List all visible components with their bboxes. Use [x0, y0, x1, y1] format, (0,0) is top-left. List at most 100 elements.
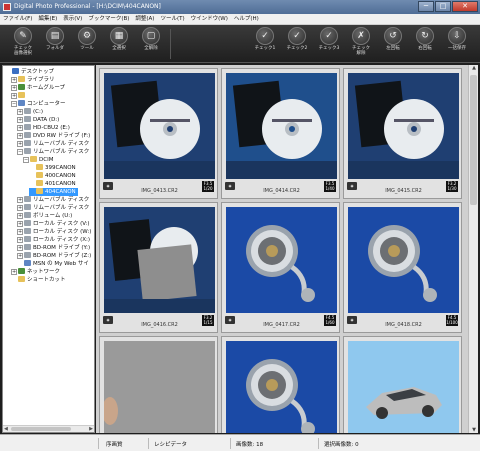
- collapse-icon[interactable]: −: [17, 149, 23, 155]
- expand-icon[interactable]: +: [11, 269, 17, 275]
- tree-item[interactable]: 400CANON: [29, 172, 76, 180]
- expand-icon[interactable]: +: [17, 197, 23, 203]
- scroll-up-icon[interactable]: ▲: [469, 65, 479, 71]
- thumbnail-image[interactable]: [348, 341, 459, 433]
- expand-icon[interactable]: +: [17, 253, 23, 259]
- toolbar-button-check2[interactable]: ✓ チェック2: [282, 27, 312, 61]
- tree-item[interactable]: 399CANON: [29, 164, 76, 172]
- collapse-icon[interactable]: −: [11, 101, 17, 107]
- tree-item[interactable]: デスクトップ: [5, 68, 54, 76]
- tree-item[interactable]: +: [11, 92, 27, 100]
- expand-icon[interactable]: +: [17, 245, 23, 251]
- thumbnail-image[interactable]: [348, 207, 459, 313]
- toolbar-button-edit-image[interactable]: ✎ チェック 画像選択: [8, 27, 38, 61]
- toolbar-button-select-all[interactable]: ▦ 全選択: [104, 27, 134, 61]
- tree-item[interactable]: − コンピューター: [11, 100, 66, 108]
- toolbar-button-batch-save[interactable]: ⇩ 一括保存: [442, 27, 472, 61]
- expand-icon[interactable]: +: [17, 205, 23, 211]
- thumbnail-image[interactable]: [104, 73, 215, 179]
- toolbar-button-deselect-all[interactable]: ▢ 全解除: [136, 27, 166, 61]
- menu-adjust[interactable]: 調整(A): [132, 14, 157, 24]
- expand-icon[interactable]: +: [17, 213, 23, 219]
- thumbnail-image[interactable]: [348, 73, 459, 179]
- menu-view[interactable]: 表示(V): [60, 14, 85, 24]
- tree-item[interactable]: + ライブラリ: [11, 76, 55, 84]
- menu-help[interactable]: ヘルプ(H): [231, 14, 262, 24]
- toolbar-button-check1[interactable]: ✓ チェック1: [250, 27, 280, 61]
- expand-icon[interactable]: +: [17, 141, 23, 147]
- grid-vertical-scrollbar[interactable]: ▲ ▼: [468, 65, 478, 433]
- expand-icon[interactable]: +: [11, 85, 17, 91]
- toolbar-button-rotate-left[interactable]: ↺ 左回転: [378, 27, 408, 61]
- toolbar-button-check-clear[interactable]: ✗ チェック 解除: [346, 27, 376, 61]
- thumbnail-item[interactable]: ◉ IMG_0416.CR2 F3.2 1/15: [99, 202, 218, 333]
- expand-icon[interactable]: +: [11, 77, 17, 83]
- tree-item[interactable]: + ネットワーク: [11, 268, 60, 276]
- tree-item[interactable]: 401CANON: [29, 180, 76, 188]
- folder-icon: [36, 180, 43, 186]
- expand-icon[interactable]: +: [17, 229, 23, 235]
- menu-tools[interactable]: ツール(T): [157, 14, 187, 24]
- tree-item[interactable]: + (C:): [17, 108, 43, 116]
- toolbar-button-folder[interactable]: ▤ フォルダ: [40, 27, 70, 61]
- thumbnail-image[interactable]: [104, 207, 215, 313]
- tree-item[interactable]: + リムーバブル ディスク: [17, 196, 89, 204]
- thumbnail-item[interactable]: ◉ IMG_0417.CR2 F4.5 1/60: [221, 202, 340, 333]
- tree-item[interactable]: − リムーバブル ディスク: [17, 148, 89, 156]
- scroll-right-icon[interactable]: ▶: [89, 426, 93, 432]
- scroll-down-icon[interactable]: ▼: [469, 427, 479, 433]
- tree-item[interactable]: + リムーバブル ディスク: [17, 204, 89, 212]
- thumbnail-item[interactable]: [99, 336, 218, 433]
- toolbar-button-tool[interactable]: ⚙ ツール: [72, 27, 102, 61]
- expand-icon[interactable]: +: [17, 221, 23, 227]
- tree-item[interactable]: 404CANON: [29, 188, 78, 196]
- menu-edit[interactable]: 編集(E): [35, 14, 60, 24]
- menu-window[interactable]: ウインドウ(W): [188, 14, 231, 24]
- tree-item[interactable]: + リムーバブル ディスク: [17, 140, 89, 148]
- scroll-left-icon[interactable]: ◀: [4, 426, 8, 432]
- toolbar-button-rotate-right[interactable]: ↻ 右回転: [410, 27, 440, 61]
- tree-item[interactable]: + ボリューム (U:): [17, 212, 72, 220]
- scroll-thumb[interactable]: [11, 427, 71, 431]
- tree-item[interactable]: + HD-CBU2 (E:): [17, 124, 70, 132]
- toolbar-button-check3[interactable]: ✓ チェック3: [314, 27, 344, 61]
- tree-item-label: ホームグループ: [27, 85, 66, 91]
- close-button[interactable]: ✕: [452, 1, 478, 12]
- expand-icon[interactable]: +: [17, 109, 23, 115]
- thumbnail-item[interactable]: [221, 336, 340, 433]
- tree-item[interactable]: + ホームグループ: [11, 84, 65, 92]
- menu-bookmark[interactable]: ブックマーク(B): [85, 14, 132, 24]
- tree-item[interactable]: + DVD RW ドライブ (F:): [17, 132, 90, 140]
- thumbnail-item[interactable]: ◉ IMG_0415.CR2 F3.2 1/30: [343, 68, 462, 199]
- expand-icon[interactable]: +: [11, 93, 17, 99]
- thumbnail-item[interactable]: ◉ IMG_0413.CR2 F3.5 1/20: [99, 68, 218, 199]
- collapse-icon[interactable]: −: [23, 157, 29, 163]
- scroll-thumb[interactable]: [470, 75, 477, 205]
- thumbnail-item[interactable]: ◉ IMG_0418.CR2 F4.5 1/100: [343, 202, 462, 333]
- tree-item[interactable]: + DATA (D:): [17, 116, 59, 124]
- thumbnail-image[interactable]: [104, 341, 215, 433]
- tree-item[interactable]: MSN の My Web サイ: [17, 260, 89, 268]
- expand-icon[interactable]: +: [17, 237, 23, 243]
- menu-file[interactable]: ファイル(F): [0, 14, 35, 24]
- thumbnail-image[interactable]: [226, 341, 337, 433]
- expand-icon[interactable]: +: [17, 133, 23, 139]
- maximize-button[interactable]: □: [435, 1, 451, 12]
- thumbnail-item[interactable]: ◉ IMG_0414.CR2 F3.5 1/40: [221, 68, 340, 199]
- tree-item[interactable]: ショートカット: [11, 276, 66, 284]
- expand-icon[interactable]: +: [17, 125, 23, 131]
- thumbnail-image[interactable]: [226, 73, 337, 179]
- tree-item[interactable]: + ローカル ディスク (X:): [17, 236, 90, 244]
- expand-icon[interactable]: +: [17, 117, 23, 123]
- tree-item[interactable]: + BD-ROM ドライブ (Z:): [17, 252, 91, 260]
- tree-item[interactable]: − DCIM: [23, 156, 53, 164]
- drive-icon: [24, 140, 31, 146]
- tree-item[interactable]: + BD-ROM ドライブ (Y:): [17, 244, 90, 252]
- tree-horizontal-scrollbar[interactable]: ◀ ▶: [3, 425, 94, 432]
- thumbnail-item[interactable]: [343, 336, 462, 433]
- minimize-button[interactable]: ─: [418, 1, 434, 12]
- tree-item-label: ライブラリ: [27, 77, 55, 83]
- tree-item[interactable]: + ローカル ディスク (W:): [17, 228, 91, 236]
- thumbnail-image[interactable]: [226, 207, 337, 313]
- tree-item[interactable]: + ローカル ディスク (V:): [17, 220, 90, 228]
